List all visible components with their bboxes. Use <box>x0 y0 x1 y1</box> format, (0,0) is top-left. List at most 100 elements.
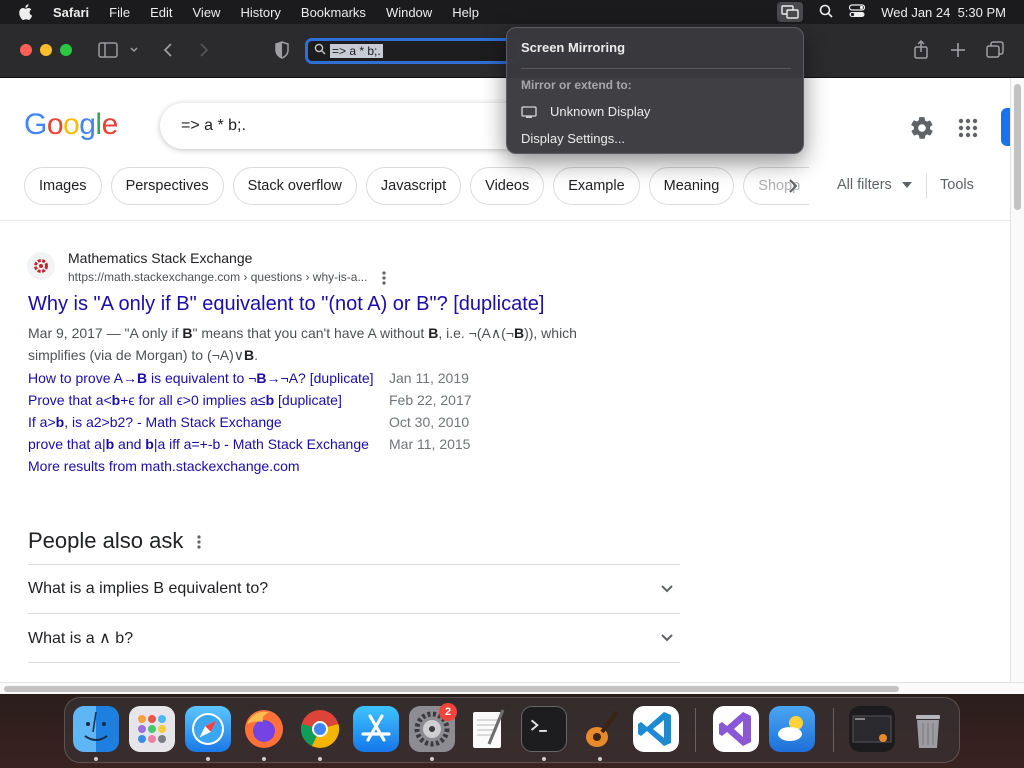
dock-separator <box>695 708 696 752</box>
sublink[interactable]: Prove that a<b+ϵ for all ϵ>0 implies a≤b… <box>28 392 389 414</box>
sublink[interactable]: How to prove A→B is equivalent to ¬B→¬A?… <box>28 370 389 392</box>
sublink-text: If a> <box>28 414 56 430</box>
snippet-text: , i.e. ¬(A∧(¬ <box>438 325 514 341</box>
zoom-window-button[interactable] <box>60 44 72 56</box>
menu-window[interactable]: Window <box>386 5 432 20</box>
more-options-icon[interactable] <box>196 534 202 555</box>
screen-mirroring-icon[interactable] <box>777 2 804 22</box>
chevron-right-icon[interactable] <box>786 177 800 200</box>
menu-edit[interactable]: Edit <box>150 5 172 20</box>
terminal-icon[interactable] <box>521 706 567 752</box>
scrollbar-thumb[interactable] <box>1014 84 1021 210</box>
menu-clock[interactable]: Wed Jan 24 5:30 PM <box>881 5 1006 20</box>
sublink-bold: b <box>145 436 154 452</box>
more-results-link[interactable]: More results from math.stackexchange.com <box>28 458 472 480</box>
forward-icon[interactable] <box>196 39 212 61</box>
trash-icon[interactable] <box>905 706 951 752</box>
menu-view[interactable]: View <box>193 5 221 20</box>
menu-help[interactable]: Help <box>452 5 479 20</box>
chip-images[interactable]: Images <box>24 167 102 205</box>
chip-example[interactable]: Example <box>553 167 640 205</box>
result-site-name[interactable]: Mathematics Stack Exchange <box>68 250 252 266</box>
all-filters-label: All filters <box>837 177 892 193</box>
sublink-text: , is a2>b2? - Math Stack Exchange <box>64 414 282 430</box>
menu-file[interactable]: File <box>109 5 130 20</box>
chevron-down-icon <box>661 585 673 593</box>
google-logo[interactable]: Google <box>24 108 118 142</box>
vertical-scrollbar[interactable] <box>1010 78 1024 682</box>
result-title-link[interactable]: Why is "A only if B" equivalent to "(not… <box>28 293 544 316</box>
chip-javascript[interactable]: Javascript <box>365 167 462 205</box>
chevron-down-icon[interactable] <box>128 39 140 61</box>
back-icon[interactable] <box>160 39 176 61</box>
launchpad-icon[interactable] <box>129 706 175 752</box>
running-indicator <box>318 757 322 761</box>
sublink-bold: b <box>111 392 121 408</box>
display-option-unknown[interactable]: Unknown Display <box>521 104 650 119</box>
running-indicator <box>598 757 602 761</box>
apple-icon[interactable] <box>18 4 38 20</box>
result-snippet: Mar 9, 2017 — "A only if B" means that y… <box>28 322 588 366</box>
spotlight-search-icon[interactable] <box>819 4 833 21</box>
address-bar[interactable]: => a * b;. <box>305 38 520 64</box>
scrollbar-thumb[interactable] <box>4 686 899 692</box>
chip-meaning[interactable]: Meaning <box>648 167 735 205</box>
tab-overview-icon[interactable] <box>984 39 1006 61</box>
more-options-icon[interactable] <box>381 270 387 291</box>
sublink[interactable]: prove that a|b and b|a iff a=+-b - Math … <box>28 436 389 458</box>
textedit-icon[interactable] <box>465 706 511 752</box>
horizontal-scrollbar[interactable] <box>0 682 1024 694</box>
google-logo-letter: G <box>24 108 47 141</box>
sublink-text: is equivalent to ¬ <box>147 370 257 386</box>
gear-icon[interactable] <box>909 115 935 146</box>
sublink[interactable]: If a>b, is a2>b2? - Math Stack Exchange <box>28 414 389 436</box>
stackexchange-favicon-icon[interactable] <box>27 252 55 280</box>
privacy-shield-icon[interactable] <box>273 39 291 61</box>
minimized-window-icon[interactable] <box>849 706 895 752</box>
sublink-text: prove that a| <box>28 436 106 452</box>
menu-app-name[interactable]: Safari <box>53 5 89 20</box>
google-logo-letter: o <box>46 108 64 141</box>
result-url[interactable]: https://math.stackexchange.com › questio… <box>68 270 367 284</box>
search-query[interactable]: => a * b;. <box>181 117 246 135</box>
snippet-bold: B <box>182 325 193 341</box>
sidebar-toggle-icon[interactable] <box>97 39 119 61</box>
chrome-icon[interactable] <box>297 706 343 752</box>
chip-stack-overflow[interactable]: Stack overflow <box>232 167 357 205</box>
paa-question[interactable]: What is a ∧ b? <box>28 614 680 662</box>
weather-icon[interactable] <box>769 706 815 752</box>
safari-icon[interactable] <box>185 706 231 752</box>
sublink-text: Prove that a< <box>28 392 112 408</box>
google-apps-icon[interactable] <box>958 118 978 143</box>
sublink-text: How to prove A→ <box>28 370 137 386</box>
chip-videos[interactable]: Videos <box>470 167 545 205</box>
menu-history[interactable]: History <box>240 5 280 20</box>
finder-icon[interactable] <box>73 706 119 752</box>
snippet-bold: B <box>513 325 525 341</box>
tools-button[interactable]: Tools <box>940 177 974 193</box>
address-text[interactable]: => a * b;. <box>330 44 383 58</box>
sign-in-button[interactable] <box>1001 108 1010 146</box>
new-tab-icon[interactable] <box>948 39 968 61</box>
display-settings-button[interactable]: Display Settings... <box>521 131 625 146</box>
sublink-bold: B <box>136 370 148 386</box>
all-filters-button[interactable]: All filters <box>837 177 912 193</box>
firefox-icon[interactable] <box>241 706 287 752</box>
snippet-text: "A only if <box>124 325 183 341</box>
caret-down-icon <box>901 182 912 188</box>
chip-perspectives[interactable]: Perspectives <box>110 167 224 205</box>
menu-bookmarks[interactable]: Bookmarks <box>301 5 366 20</box>
paa-question[interactable]: What is a implies B equivalent to? <box>28 565 680 613</box>
vscode-icon[interactable] <box>633 706 679 752</box>
sublink-row: prove that a|b and b|a iff a=+-b - Math … <box>28 436 472 458</box>
minimize-window-button[interactable] <box>40 44 52 56</box>
sublink-text: and <box>114 436 146 452</box>
share-icon[interactable] <box>911 39 931 61</box>
sublink-bold: b <box>265 392 275 408</box>
snippet-bold: B <box>244 347 255 363</box>
app-store-icon[interactable] <box>353 706 399 752</box>
visual-studio-icon[interactable] <box>713 706 759 752</box>
garageband-icon[interactable] <box>577 706 623 752</box>
close-window-button[interactable] <box>20 44 32 56</box>
control-center-icon[interactable] <box>849 3 866 21</box>
